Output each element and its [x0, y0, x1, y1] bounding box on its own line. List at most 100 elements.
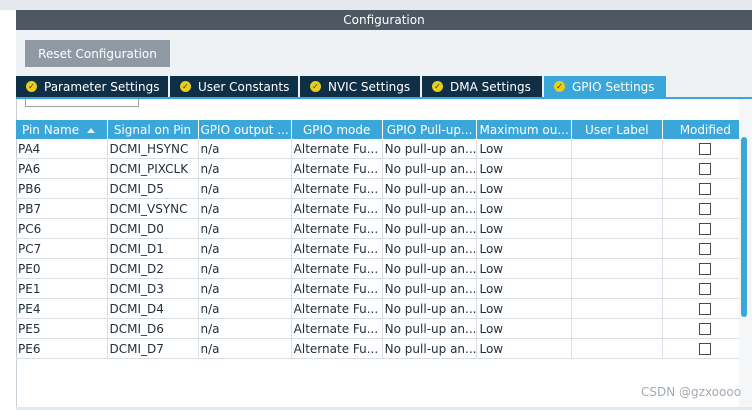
column-header-signal-on-pin[interactable]: Signal on Pin — [107, 120, 199, 139]
column-header-gpio-mode[interactable]: GPIO mode — [291, 120, 383, 139]
cell-signal: DCMI_VSYNC — [107, 198, 199, 219]
scrollbar-thumb[interactable] — [741, 137, 747, 317]
table-row[interactable]: PA4 DCMI_HSYNC n/a Alternate Fu... No pu… — [16, 139, 749, 159]
cell-gpio-pull: No pull-up an... — [382, 278, 478, 299]
cell-modified — [662, 298, 749, 319]
cell-user-label[interactable] — [571, 298, 663, 319]
cell-user-label[interactable] — [571, 258, 663, 279]
column-header-label: Pin Name — [22, 122, 80, 137]
cell-gpio-output: n/a — [198, 338, 292, 359]
cell-signal: DCMI_D4 — [107, 298, 199, 319]
cell-gpio-pull: No pull-up an... — [382, 139, 478, 159]
cell-user-label[interactable] — [571, 178, 663, 199]
cell-gpio-mode: Alternate Fu... — [291, 218, 383, 239]
modified-checkbox[interactable] — [699, 323, 712, 335]
cell-signal: DCMI_D0 — [107, 218, 199, 239]
cell-gpio-output: n/a — [198, 178, 292, 199]
table-header-row: Pin Name Signal on Pin GPIO output ... G… — [16, 120, 749, 139]
cell-user-label[interactable] — [571, 139, 663, 159]
cell-gpio-mode: Alternate Fu... — [291, 158, 383, 179]
table-row[interactable]: PA6 DCMI_PIXCLK n/a Alternate Fu... No p… — [16, 158, 749, 179]
gpio-table-container: Pin Name Signal on Pin GPIO output ... G… — [16, 120, 749, 359]
cell-max-output: Low — [476, 139, 572, 159]
cell-pin-name: PE0 — [16, 258, 108, 279]
check-circle-icon: ✓ — [554, 81, 565, 92]
configuration-header: Configuration — [16, 10, 752, 30]
cell-max-output: Low — [476, 198, 572, 219]
table-row[interactable]: PB7 DCMI_VSYNC n/a Alternate Fu... No pu… — [16, 198, 749, 219]
cell-gpio-output: n/a — [198, 318, 292, 339]
table-row[interactable]: PE0 DCMI_D2 n/a Alternate Fu... No pull-… — [16, 258, 749, 279]
cell-gpio-output: n/a — [198, 158, 292, 179]
tab-gpio-settings[interactable]: ✓ GPIO Settings — [544, 76, 666, 97]
cell-user-label[interactable] — [571, 278, 663, 299]
table-row[interactable]: PE6 DCMI_D7 n/a Alternate Fu... No pull-… — [16, 338, 749, 359]
cell-pin-name: PB6 — [16, 178, 108, 199]
column-header-gpio-pull[interactable]: GPIO Pull-up... — [382, 120, 478, 139]
table-row[interactable]: PE4 DCMI_D4 n/a Alternate Fu... No pull-… — [16, 298, 749, 319]
cell-pin-name: PC7 — [16, 238, 108, 259]
column-header-pin-name[interactable]: Pin Name — [16, 120, 108, 139]
tab-nvic-settings[interactable]: ✓ NVIC Settings — [300, 76, 420, 97]
search-input[interactable] — [25, 99, 139, 107]
modified-checkbox[interactable] — [699, 203, 712, 215]
cell-user-label[interactable] — [571, 318, 663, 339]
modified-checkbox[interactable] — [699, 263, 712, 275]
column-header-user-label[interactable]: User Label — [571, 120, 663, 139]
cell-user-label[interactable] — [571, 218, 663, 239]
table-row[interactable]: PE5 DCMI_D6 n/a Alternate Fu... No pull-… — [16, 318, 749, 339]
cell-modified — [662, 218, 749, 239]
cell-modified — [662, 338, 749, 359]
column-header-maximum-output[interactable]: Maximum ou... — [476, 120, 572, 139]
cell-gpio-mode: Alternate Fu... — [291, 198, 383, 219]
cell-pin-name: PE1 — [16, 278, 108, 299]
modified-checkbox[interactable] — [699, 163, 712, 175]
settings-tabs: ✓ Parameter Settings ✓ User Constants ✓ … — [16, 76, 668, 97]
column-header-gpio-output[interactable]: GPIO output ... — [198, 120, 292, 139]
cell-gpio-output: n/a — [198, 278, 292, 299]
cell-user-label[interactable] — [571, 198, 663, 219]
cell-gpio-mode: Alternate Fu... — [291, 139, 383, 159]
cell-user-label[interactable] — [571, 158, 663, 179]
cell-user-label[interactable] — [571, 338, 663, 359]
cell-pin-name: PE5 — [16, 318, 108, 339]
cell-gpio-output: n/a — [198, 238, 292, 259]
modified-checkbox[interactable] — [699, 343, 712, 355]
cell-pin-name: PA6 — [16, 158, 108, 179]
table-row[interactable]: PE1 DCMI_D3 n/a Alternate Fu... No pull-… — [16, 278, 749, 299]
top-strip — [0, 0, 752, 10]
tab-parameter-settings[interactable]: ✓ Parameter Settings — [16, 76, 168, 97]
cell-gpio-output: n/a — [198, 139, 292, 159]
cell-gpio-mode: Alternate Fu... — [291, 318, 383, 339]
table-row[interactable]: PC6 DCMI_D0 n/a Alternate Fu... No pull-… — [16, 218, 749, 239]
modified-checkbox[interactable] — [699, 243, 712, 255]
modified-checkbox[interactable] — [699, 303, 712, 315]
modified-checkbox[interactable] — [699, 183, 712, 195]
cell-gpio-pull: No pull-up an... — [382, 338, 478, 359]
tab-label: DMA Settings — [450, 79, 531, 94]
column-header-modified[interactable]: Modified — [662, 120, 749, 139]
tab-label: NVIC Settings — [328, 79, 411, 94]
cell-gpio-pull: No pull-up an... — [382, 318, 478, 339]
modified-checkbox[interactable] — [699, 223, 712, 235]
modified-checkbox[interactable] — [699, 283, 712, 295]
cell-signal: DCMI_D2 — [107, 258, 199, 279]
cell-pin-name: PB7 — [16, 198, 108, 219]
cell-gpio-output: n/a — [198, 198, 292, 219]
cell-signal: DCMI_D3 — [107, 278, 199, 299]
reset-configuration-button[interactable]: Reset Configuration — [25, 40, 170, 67]
tab-dma-settings[interactable]: ✓ DMA Settings — [422, 76, 542, 97]
cell-modified — [662, 139, 749, 159]
tab-user-constants[interactable]: ✓ User Constants — [170, 76, 298, 97]
cell-user-label[interactable] — [571, 238, 663, 259]
cell-max-output: Low — [476, 158, 572, 179]
cell-gpio-pull: No pull-up an... — [382, 298, 478, 319]
cell-gpio-output: n/a — [198, 298, 292, 319]
modified-checkbox[interactable] — [699, 143, 712, 155]
table-row[interactable]: PC7 DCMI_D1 n/a Alternate Fu... No pull-… — [16, 238, 749, 259]
cell-pin-name: PA4 — [16, 139, 108, 159]
table-row[interactable]: PB6 DCMI_D5 n/a Alternate Fu... No pull-… — [16, 178, 749, 199]
cell-signal: DCMI_D6 — [107, 318, 199, 339]
tab-label: User Constants — [198, 79, 290, 94]
cell-modified — [662, 158, 749, 179]
